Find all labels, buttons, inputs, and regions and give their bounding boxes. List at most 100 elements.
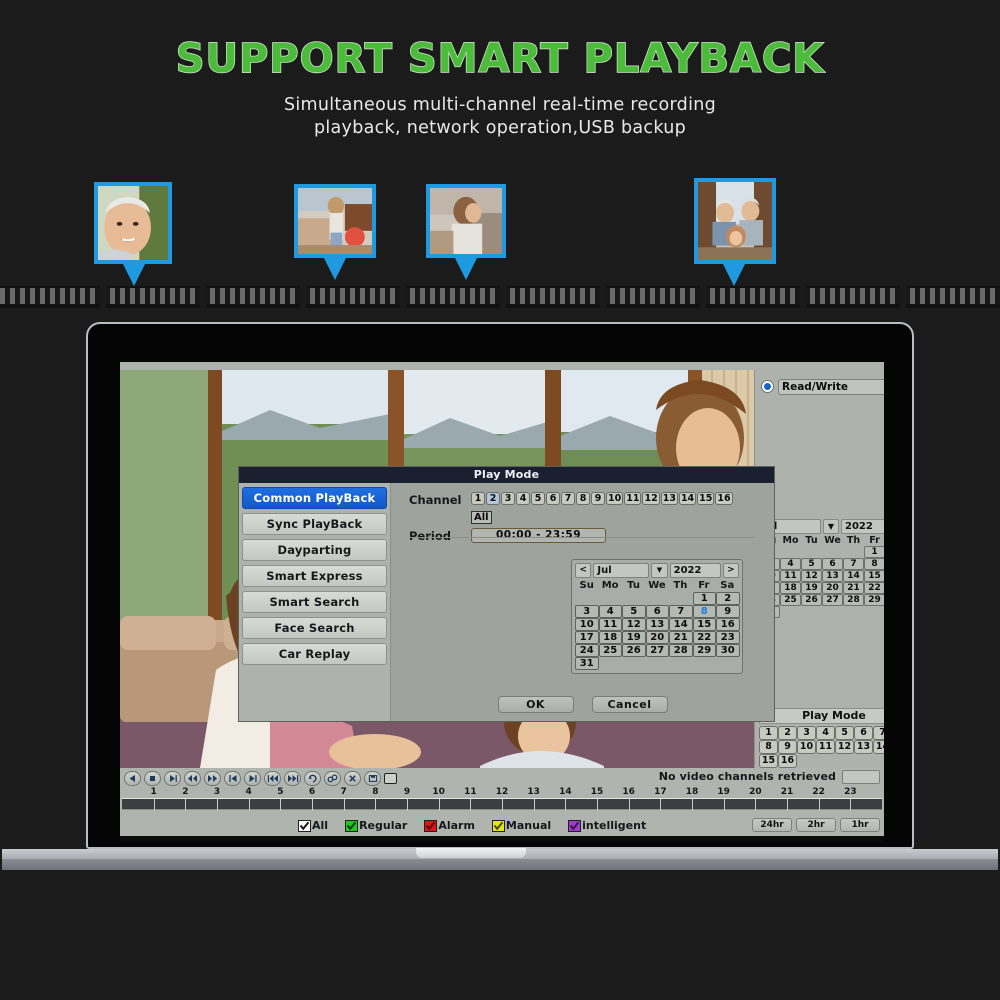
calendar-day-10[interactable]: 10 <box>575 618 599 631</box>
cancel-button[interactable]: Cancel <box>591 696 668 713</box>
bg-calendar-day-4[interactable]: 4 <box>780 558 801 570</box>
calendar-day-8[interactable]: 8 <box>692 605 716 618</box>
bg-channel-1[interactable]: 1 <box>759 726 778 740</box>
nav-item-3[interactable]: Smart Express <box>242 565 387 587</box>
calendar-day-28[interactable]: 28 <box>669 644 693 657</box>
bg-channel-15[interactable]: 15 <box>759 754 778 768</box>
bg-channel-12[interactable]: 12 <box>835 740 854 754</box>
calendar-day-1[interactable]: 1 <box>692 592 716 605</box>
bg-calendar-day-20[interactable]: 20 <box>822 582 843 594</box>
zoom-button-1hr[interactable]: 1hr <box>840 818 880 832</box>
channel-button-9[interactable]: 9 <box>591 492 605 505</box>
timeline-track[interactable] <box>122 798 882 811</box>
background-year-field[interactable]: 2022 <box>841 518 884 534</box>
nav-item-6[interactable]: Car Replay <box>242 643 387 665</box>
legend-checkbox-all[interactable] <box>298 819 311 832</box>
nav-item-5[interactable]: Face Search <box>242 617 387 639</box>
legend-checkbox-alarm[interactable] <box>424 819 438 832</box>
bg-channel-4[interactable]: 4 <box>816 726 835 740</box>
channel-button-13[interactable]: 13 <box>660 492 678 505</box>
calendar-day-11[interactable]: 11 <box>598 618 622 631</box>
bg-calendar-day-22[interactable]: 22 <box>864 582 884 594</box>
channel-button-3[interactable]: 3 <box>501 492 515 505</box>
calendar-day-22[interactable]: 22 <box>692 631 716 644</box>
bg-channel-13[interactable]: 13 <box>854 740 873 754</box>
calendar-day-23[interactable]: 23 <box>716 631 740 644</box>
bg-calendar-day-21[interactable]: 21 <box>843 582 864 594</box>
bg-calendar-day-29[interactable]: 29 <box>864 594 884 606</box>
bg-calendar-day-25[interactable]: 25 <box>780 594 801 606</box>
next-frame-icon[interactable] <box>284 770 301 786</box>
period-input[interactable]: 00:00 - 23:59 <box>471 528 606 543</box>
legend-item-intelligent[interactable]: intelligent <box>568 819 646 832</box>
calendar-day-5[interactable]: 5 <box>622 605 646 618</box>
channel-button-8[interactable]: 8 <box>576 492 590 505</box>
fast-forward-icon[interactable] <box>204 770 221 786</box>
nav-item-0[interactable]: Common PlayBack <box>242 487 387 509</box>
calendar-day-24[interactable]: 24 <box>575 644 599 657</box>
thumbnail-child-with-red-balloon[interactable] <box>294 184 376 258</box>
nav-item-1[interactable]: Sync PlayBack <box>242 513 387 535</box>
radio-selected-icon[interactable] <box>761 380 774 393</box>
bg-channel-11[interactable]: 11 <box>816 740 835 754</box>
calendar-day-9[interactable]: 9 <box>716 605 740 618</box>
calendar-day-20[interactable]: 20 <box>645 631 669 644</box>
channel-button-16[interactable]: 16 <box>715 492 733 505</box>
bg-calendar-day-11[interactable]: 11 <box>780 570 801 582</box>
next-icon[interactable] <box>244 770 261 786</box>
calendar-day-12[interactable]: 12 <box>622 618 646 631</box>
bg-channel-16[interactable]: 16 <box>778 754 797 768</box>
calendar-day-2[interactable]: 2 <box>716 592 740 605</box>
bg-channel-5[interactable]: 5 <box>835 726 854 740</box>
calendar-day-30[interactable]: 30 <box>716 644 740 657</box>
readwrite-row[interactable]: Read/Write <box>761 378 884 395</box>
legend-item-alarm[interactable]: Alarm <box>424 819 475 832</box>
previous-icon[interactable] <box>224 770 241 786</box>
calendar-day-13[interactable]: 13 <box>645 618 669 631</box>
ok-button[interactable]: OK <box>497 696 574 713</box>
calendar-day-6[interactable]: 6 <box>645 605 669 618</box>
bg-calendar-day-13[interactable]: 13 <box>822 570 843 582</box>
bg-channel-10[interactable]: 10 <box>797 740 816 754</box>
bg-calendar-day-5[interactable]: 5 <box>801 558 822 570</box>
zoom-button-2hr[interactable]: 2hr <box>796 818 836 832</box>
calendar-day-3[interactable]: 3 <box>575 605 599 618</box>
save-icon[interactable] <box>364 770 381 786</box>
thumbnail-elderly-man-smiling[interactable] <box>94 182 172 264</box>
legend-checkbox-manual[interactable] <box>491 819 505 832</box>
calendar-day-27[interactable]: 27 <box>645 644 669 657</box>
fullscreen-icon[interactable] <box>384 772 397 784</box>
calendar-day-4[interactable]: 4 <box>598 605 622 618</box>
calendar-next-month-button[interactable]: > <box>722 563 740 578</box>
calendar-day-31[interactable]: 31 <box>575 657 599 670</box>
bg-calendar-day-26[interactable]: 26 <box>801 594 822 606</box>
stop-icon[interactable] <box>144 770 161 786</box>
bg-calendar-day-6[interactable]: 6 <box>822 558 843 570</box>
bg-channel-9[interactable]: 9 <box>778 740 797 754</box>
nav-item-2[interactable]: Dayparting <box>242 539 387 561</box>
bg-calendar-day-7[interactable]: 7 <box>843 558 864 570</box>
close-icon[interactable] <box>344 770 361 786</box>
bg-channel-14[interactable]: 14 <box>873 740 884 754</box>
calendar-day-14[interactable]: 14 <box>669 618 693 631</box>
calendar-month-select[interactable]: Jul <box>593 563 650 578</box>
bg-channel-6[interactable]: 6 <box>854 726 873 740</box>
bg-calendar-day-15[interactable]: 15 <box>864 570 884 582</box>
bg-channel-3[interactable]: 3 <box>797 726 816 740</box>
bg-calendar-day-28[interactable]: 28 <box>843 594 864 606</box>
bg-channel-8[interactable]: 8 <box>759 740 778 754</box>
calendar-day-26[interactable]: 26 <box>622 644 646 657</box>
play-icon[interactable] <box>164 770 181 786</box>
bg-calendar-day-1[interactable]: 1 <box>864 546 884 558</box>
channel-button-10[interactable]: 10 <box>606 492 624 505</box>
channel-all-toggle[interactable]: All <box>471 511 492 524</box>
channel-button-15[interactable]: 15 <box>697 492 715 505</box>
bg-calendar-day-8[interactable]: 8 <box>864 558 884 570</box>
nav-item-4[interactable]: Smart Search <box>242 591 387 613</box>
calendar-day-7[interactable]: 7 <box>669 605 693 618</box>
calendar-day-21[interactable]: 21 <box>669 631 693 644</box>
loop-icon[interactable] <box>304 770 321 786</box>
channel-button-7[interactable]: 7 <box>561 492 575 505</box>
thumbnail-family-on-couch[interactable] <box>694 178 776 264</box>
timeline[interactable]: 1 2 3 4 5 6 7 8 9 10 11 12 13 14 15 16 17 18 19 20 21 22 23 <box>122 787 882 813</box>
